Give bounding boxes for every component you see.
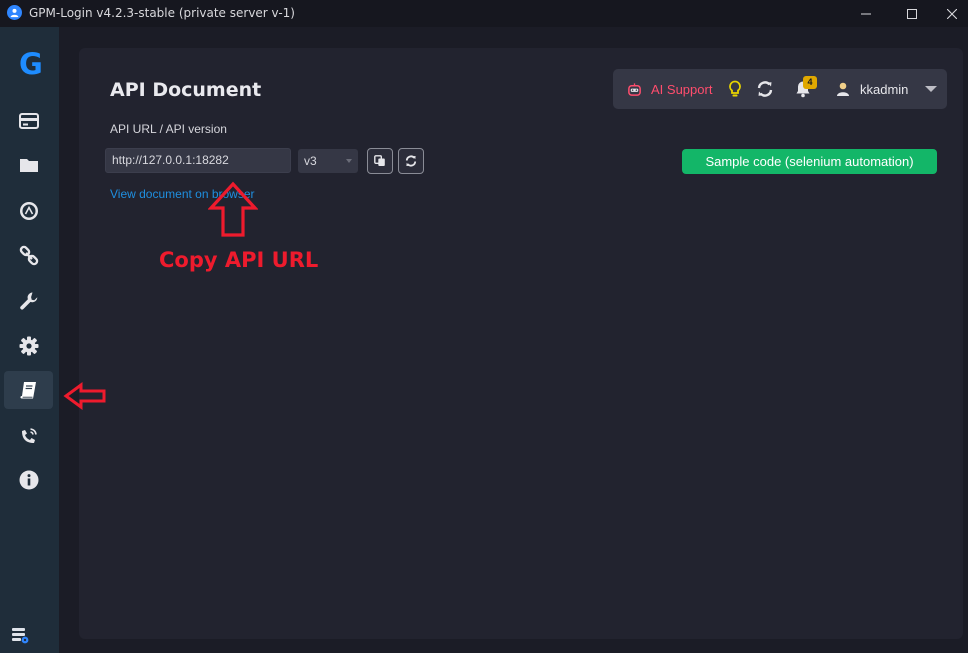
chevron-down-icon [346, 159, 352, 163]
refresh-icon [405, 155, 417, 167]
brand-logo[interactable]: G [19, 47, 43, 81]
robot-icon [628, 82, 641, 96]
sidebar-item-billing[interactable] [4, 102, 53, 140]
copy-icon [374, 155, 385, 166]
sidebar-item-proxy[interactable] [4, 237, 53, 275]
refresh-url-button[interactable] [398, 148, 424, 174]
sidebar-item-api-document[interactable] [4, 371, 53, 409]
book-icon [19, 382, 36, 399]
copy-url-button[interactable] [367, 148, 393, 174]
lightbulb-icon[interactable] [725, 79, 745, 99]
sidebar-item-groups[interactable] [4, 146, 53, 184]
ai-support-label: AI Support [651, 81, 713, 97]
refresh-icon[interactable] [755, 79, 775, 99]
sample-code-button[interactable]: Sample code (selenium automation) [682, 149, 937, 174]
chevron-down-icon [925, 86, 938, 92]
user-icon [837, 82, 849, 96]
circle-a-icon [19, 202, 38, 220]
sidebar-item-support[interactable] [4, 417, 53, 455]
top-toolbar: AI Support 4 kkadmin [613, 69, 947, 109]
copy-api-url-annotation: Copy API URL [159, 248, 319, 272]
window-title: GPM-Login v4.2.3-stable (private server … [29, 6, 295, 20]
credit-card-icon [18, 113, 39, 129]
annotation-up-arrow-icon [208, 181, 258, 237]
api-url-label: API URL / API version [110, 122, 227, 136]
app-logo-icon [7, 5, 22, 20]
sidebar: G [0, 27, 59, 653]
gear-icon [19, 336, 38, 356]
api-version-select[interactable]: v3 [298, 149, 358, 173]
maximize-button[interactable] [889, 0, 935, 27]
wrench-icon [19, 292, 37, 310]
minimize-button[interactable] [843, 0, 889, 27]
sidebar-item-app[interactable] [4, 192, 53, 230]
title-bar: GPM-Login v4.2.3-stable (private server … [0, 0, 968, 27]
folder-icon [19, 159, 38, 172]
close-button[interactable] [935, 0, 968, 27]
api-version-value: v3 [304, 154, 317, 168]
user-menu[interactable]: kkadmin [835, 69, 938, 109]
api-url-field[interactable]: http://127.0.0.1:18282 [105, 148, 291, 173]
info-icon [19, 470, 38, 490]
username: kkadmin [860, 81, 909, 97]
sidebar-item-about[interactable] [4, 461, 53, 499]
phone-signal-icon [21, 428, 37, 443]
sidebar-item-settings[interactable] [4, 327, 53, 365]
ai-support-button[interactable]: AI Support [627, 69, 712, 109]
page-title: API Document [110, 79, 262, 101]
link-icon [19, 245, 38, 266]
sidebar-item-tools[interactable] [4, 282, 53, 320]
annotation-left-arrow-icon [63, 382, 106, 410]
database-settings-icon[interactable] [10, 625, 30, 645]
notification-badge: 4 [803, 76, 817, 89]
main-panel: API Document AI Support 4 kkadmin API UR… [79, 48, 963, 639]
